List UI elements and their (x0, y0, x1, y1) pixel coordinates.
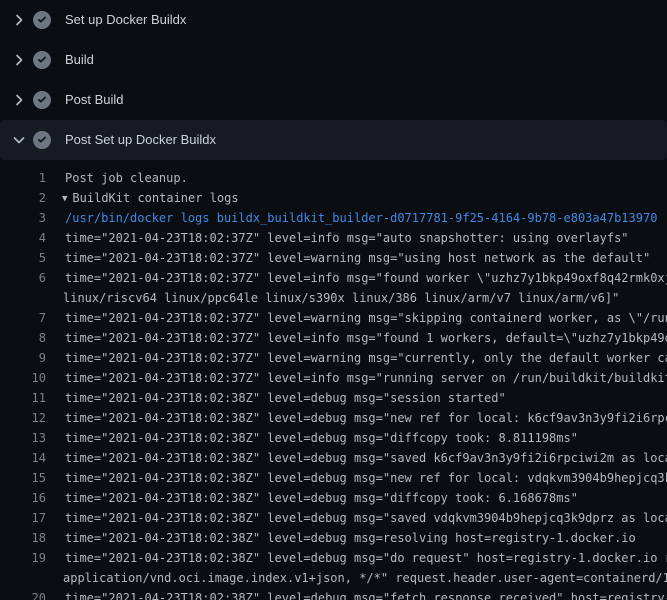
log-line-text: linux/riscv64 linux/ppc64le linux/s390x … (63, 291, 619, 305)
group-title: BuildKit container logs (72, 191, 238, 205)
chevron-right-icon[interactable] (11, 92, 27, 108)
log-line: 14 time="2021-04-23T18:02:38Z" level=debu… (0, 448, 667, 468)
log-line-number[interactable]: 6 (0, 271, 46, 285)
step-row-set-up-docker-buildx[interactable]: Set up Docker Buildx (0, 0, 667, 40)
log-line-number[interactable]: 11 (0, 391, 46, 405)
log-line: 13 time="2021-04-23T18:02:38Z" level=debu… (0, 428, 667, 448)
log-line: 5 time="2021-04-23T18:02:37Z" level=warni… (0, 248, 667, 268)
log-line: 2 ▼ BuildKit container logs (0, 188, 667, 208)
log-line-text: time="2021-04-23T18:02:38Z" level=debug … (65, 391, 506, 405)
log-line: 9 time="2021-04-23T18:02:37Z" level=warni… (0, 348, 667, 368)
log-line-number[interactable]: 4 (0, 231, 46, 245)
log-line-number[interactable]: 14 (0, 451, 46, 465)
step-row-build[interactable]: Build (0, 40, 667, 80)
log-line: 17 time="2021-04-23T18:02:38Z" level=debu… (0, 508, 667, 528)
log-line-text: time="2021-04-23T18:02:37Z" level=info m… (65, 331, 667, 345)
group-caret-icon[interactable]: ▼ (62, 194, 67, 204)
log-line: 18 time="2021-04-23T18:02:38Z" level=debu… (0, 528, 667, 548)
log-command-text: /usr/bin/docker logs buildx_buildkit_bui… (65, 211, 657, 225)
workflow-log-viewer: Set up Docker Buildx Build Post Build Post … (0, 0, 667, 600)
step-label: Post Build (65, 92, 124, 108)
log-line-text: time="2021-04-23T18:02:38Z" level=debug … (65, 511, 667, 525)
log-line-number[interactable]: 1 (0, 171, 46, 185)
log-line: 1 Post job cleanup. (0, 168, 667, 188)
log-line: 19 time="2021-04-23T18:02:38Z" level=debu… (0, 548, 667, 568)
log-line-text: time="2021-04-23T18:02:38Z" level=debug … (65, 491, 578, 505)
step-label: Post Set up Docker Buildx (65, 132, 216, 148)
log-line: 16 time="2021-04-23T18:02:38Z" level=debu… (0, 488, 667, 508)
log-line-text: time="2021-04-23T18:02:38Z" level=debug … (65, 471, 667, 485)
check-circle-icon (33, 51, 51, 69)
log-line-text: time="2021-04-23T18:02:37Z" level=info m… (65, 371, 667, 385)
log-line: 4 time="2021-04-23T18:02:37Z" level=info … (0, 228, 667, 248)
log-line: application/vnd.oci.image.index.v1+json,… (0, 568, 667, 588)
log-line-number[interactable]: 19 (0, 551, 46, 565)
log-line: 8 time="2021-04-23T18:02:37Z" level=info … (0, 328, 667, 348)
log-line-number[interactable]: 10 (0, 371, 46, 385)
log-line: 11 time="2021-04-23T18:02:38Z" level=debu… (0, 388, 667, 408)
log-line-text: Post job cleanup. (65, 171, 188, 185)
step-label: Set up Docker Buildx (65, 12, 186, 28)
step-row-post-build[interactable]: Post Build (0, 80, 667, 120)
log-lines: 1 Post job cleanup. 2 ▼ BuildKit container l… (0, 160, 667, 600)
log-line: 20 time="2021-04-23T18:02:38Z" level=debu… (0, 588, 667, 600)
log-line-text: time="2021-04-23T18:02:38Z" level=debug … (65, 431, 578, 445)
log-line-number[interactable]: 9 (0, 351, 46, 365)
log-line-number[interactable]: 18 (0, 531, 46, 545)
log-line-text: time="2021-04-23T18:02:38Z" level=debug … (65, 411, 667, 425)
chevron-right-icon[interactable] (11, 52, 27, 68)
step-label: Build (65, 52, 94, 68)
log-line-number[interactable]: 8 (0, 331, 46, 345)
log-line-number[interactable]: 20 (0, 591, 46, 600)
log-line-text: time="2021-04-23T18:02:38Z" level=debug … (65, 531, 636, 545)
log-line: 6 time="2021-04-23T18:02:37Z" level=info … (0, 268, 667, 288)
chevron-right-icon[interactable] (11, 12, 27, 28)
check-circle-icon (33, 91, 51, 109)
log-line-text: time="2021-04-23T18:02:37Z" level=warnin… (65, 311, 667, 325)
log-line-number[interactable]: 3 (0, 211, 46, 225)
log-line: linux/riscv64 linux/ppc64le linux/s390x … (0, 288, 667, 308)
log-line-number[interactable]: 2 (0, 191, 46, 205)
chevron-down-icon[interactable] (11, 132, 27, 148)
log-line: 7 time="2021-04-23T18:02:37Z" level=warni… (0, 308, 667, 328)
log-line: 15 time="2021-04-23T18:02:38Z" level=debu… (0, 468, 667, 488)
log-line-text: time="2021-04-23T18:02:37Z" level=info m… (65, 231, 629, 245)
log-line: 10 time="2021-04-23T18:02:37Z" level=info… (0, 368, 667, 388)
log-line-number[interactable]: 13 (0, 431, 46, 445)
log-line-number[interactable]: 16 (0, 491, 46, 505)
log-line-number[interactable]: 5 (0, 251, 46, 265)
log-line: 12 time="2021-04-23T18:02:38Z" level=debu… (0, 408, 667, 428)
log-line-text: application/vnd.oci.image.index.v1+json,… (63, 571, 667, 585)
check-circle-icon (33, 131, 51, 149)
log-line-text: time="2021-04-23T18:02:38Z" level=debug … (65, 451, 667, 465)
log-line-number[interactable]: 17 (0, 511, 46, 525)
log-line-text: time="2021-04-23T18:02:37Z" level=warnin… (65, 251, 650, 265)
log-line-number[interactable]: 7 (0, 311, 46, 325)
log-line: 3/usr/bin/docker logs buildx_buildkit_bu… (0, 208, 667, 228)
log-line-text: time="2021-04-23T18:02:38Z" level=debug … (65, 591, 667, 600)
log-line-text: time="2021-04-23T18:02:37Z" level=info m… (65, 271, 667, 285)
log-line-text: time="2021-04-23T18:02:37Z" level=warnin… (65, 351, 667, 365)
step-row-post-set-up-docker-buildx[interactable]: Post Set up Docker Buildx (0, 120, 667, 160)
check-circle-icon (33, 11, 51, 29)
log-line-text: time="2021-04-23T18:02:38Z" level=debug … (65, 551, 667, 565)
log-line-number[interactable]: 15 (0, 471, 46, 485)
steps-list: Set up Docker Buildx Build Post Build Post … (0, 0, 667, 160)
log-line-text: ▼ BuildKit container logs (62, 191, 239, 205)
log-line-number[interactable]: 12 (0, 411, 46, 425)
